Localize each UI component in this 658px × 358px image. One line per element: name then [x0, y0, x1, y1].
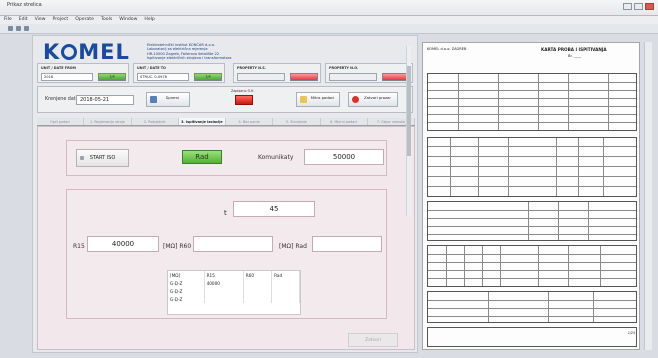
- komel-logo: K MEL: [43, 40, 130, 64]
- main-scrollbar[interactable]: [644, 42, 652, 350]
- save-button[interactable]: Spremi: [146, 92, 190, 107]
- r15-label: R15: [73, 243, 85, 250]
- table-row: G-D-Z: [168, 295, 300, 303]
- komunikaty-field[interactable]: 50000: [304, 149, 384, 165]
- rad-field[interactable]: [312, 236, 382, 252]
- rad-label: [MΩ] Rad: [279, 243, 307, 250]
- property-ns-field: [237, 73, 285, 81]
- toolbar: [0, 24, 658, 34]
- panel-scrollbar[interactable]: [406, 46, 411, 216]
- save-icon: [150, 96, 157, 103]
- menu-operate[interactable]: Operate: [75, 16, 94, 24]
- report-section-5: [427, 291, 637, 323]
- run-arrow-icon[interactable]: [8, 26, 13, 31]
- property-no: PROPERTY N.O.: [325, 63, 413, 83]
- menu-window[interactable]: Window: [119, 16, 137, 24]
- control-group: START ISO Rad Komunikaty 50000: [66, 140, 387, 176]
- pause-icon[interactable]: [24, 26, 29, 31]
- property-ns-button[interactable]: [290, 73, 318, 81]
- table-header: R60: [243, 271, 273, 279]
- property-no-field: [329, 73, 377, 81]
- folder-icon: [300, 96, 307, 103]
- company-info: Elektrotehnički institut KONČAR d.o.o. L…: [147, 43, 232, 61]
- t-field[interactable]: 45: [233, 201, 315, 217]
- r60-label: [MΩ] R60: [163, 243, 192, 250]
- report-section-1: [427, 73, 637, 131]
- close-window-button[interactable]: [645, 3, 654, 10]
- komunikaty-label: Komunikaty: [258, 154, 294, 161]
- unit-date-to: UNIT / DATE TO STRUC. 0.0978 T/P: [133, 63, 225, 83]
- date-to-field[interactable]: STRUC. 0.0978: [137, 73, 189, 81]
- report-number: Br. ____: [568, 54, 582, 58]
- menu-tools[interactable]: Tools: [101, 16, 112, 24]
- menu-help[interactable]: Help: [144, 16, 154, 24]
- resistance-table: [MΩ] R15 R60 Rad G-D-Z 40000 G-D-Z G-D-Z: [167, 270, 301, 315]
- table-header: R15: [204, 271, 244, 279]
- tab-4[interactable]: 4. Bez pome: [226, 118, 274, 125]
- application-panel: K MEL Elektrotehnički institut KONČAR d.o…: [32, 35, 418, 353]
- table-header: Rad: [271, 271, 300, 279]
- tab-general[interactable]: Opći podaci: [37, 118, 85, 125]
- report-section-3: [427, 201, 637, 241]
- menu-project[interactable]: Project: [53, 16, 69, 24]
- date-from-field[interactable]: 2018: [41, 73, 93, 81]
- date-label: Krenjene datu: [45, 97, 79, 102]
- t-label: t: [224, 209, 227, 217]
- minimize-button[interactable]: [623, 3, 632, 10]
- unit-date-from: UNIT / DATE FROM 2018 T/P: [37, 63, 129, 83]
- insulation-test-content: START ISO Rad Komunikaty 50000 t 45 R15 …: [37, 126, 415, 350]
- window-title: Prikaz strelica: [7, 2, 42, 8]
- report-section-4: [427, 245, 637, 287]
- tab-bar: Opći podaci 1. Registracija stroja 2. Po…: [37, 118, 415, 126]
- window-titlebar: Prikaz strelica: [0, 0, 658, 16]
- report-company: KOMEL d.o.o. ZAGREB: [427, 47, 467, 51]
- property-ns: PROPERTY N.S.: [233, 63, 321, 83]
- table-row: G-D-Z: [168, 287, 300, 295]
- date-field[interactable]: 2018-05-21: [76, 95, 134, 105]
- zatvori-button[interactable]: Zatvori: [348, 333, 398, 347]
- save-status-led: [235, 95, 253, 105]
- menu-view[interactable]: View: [35, 16, 46, 24]
- menu-file[interactable]: File: [4, 16, 12, 24]
- report-section-2: [427, 137, 637, 197]
- tab-registration[interactable]: 1. Registracija stroja: [84, 118, 132, 125]
- close-panel-button[interactable]: Zatvori prozor: [348, 92, 398, 107]
- tab-insulation-test[interactable]: 3. Ispitivanje izolacije: [178, 118, 226, 125]
- date-from-button[interactable]: T/P: [98, 73, 126, 81]
- list-data-button[interactable]: Mitra podaci: [296, 92, 340, 107]
- start-icon: [80, 156, 84, 160]
- r15-field[interactable]: 40000: [87, 236, 159, 252]
- menu-edit[interactable]: Edit: [19, 16, 28, 24]
- scroll-thumb[interactable]: [407, 66, 411, 156]
- report-footer: [427, 327, 637, 347]
- measurement-group: t 45 R15 40000 [MΩ] R60 [MΩ] Rad [MΩ] R1…: [66, 189, 387, 319]
- report-page-number: 1/24: [627, 331, 635, 335]
- report-title: KARTA PROBA I ISPITIVANJA: [541, 47, 607, 52]
- rad-indicator: Rad: [182, 150, 222, 164]
- save-indicator: Zapisano O.K.: [231, 89, 255, 105]
- report-preview: KOMEL d.o.o. ZAGREB KARTA PROBA I ISPITI…: [422, 42, 640, 350]
- window-controls: [623, 3, 654, 10]
- tab-reminder[interactable]: 2. Podsjetnik: [131, 118, 179, 125]
- start-iso-button[interactable]: START ISO: [76, 149, 129, 167]
- abort-icon[interactable]: [16, 26, 21, 31]
- menu-bar: File Edit View Project Operate Tools Win…: [0, 16, 658, 24]
- date-to-button[interactable]: T/P: [194, 73, 222, 81]
- r60-field[interactable]: [193, 236, 273, 252]
- close-circle-icon: [352, 96, 359, 103]
- table-header: [MΩ]: [168, 271, 205, 279]
- table-row: G-D-Z 40000: [168, 279, 300, 287]
- record-panel: Krenjene datu 2018-05-21 Spremi Zapisano…: [37, 86, 413, 113]
- tab-5[interactable]: 5. Stavljanje: [273, 118, 321, 125]
- tab-6[interactable]: 6. Mjerni podaci: [320, 118, 368, 125]
- maximize-button[interactable]: [634, 3, 643, 10]
